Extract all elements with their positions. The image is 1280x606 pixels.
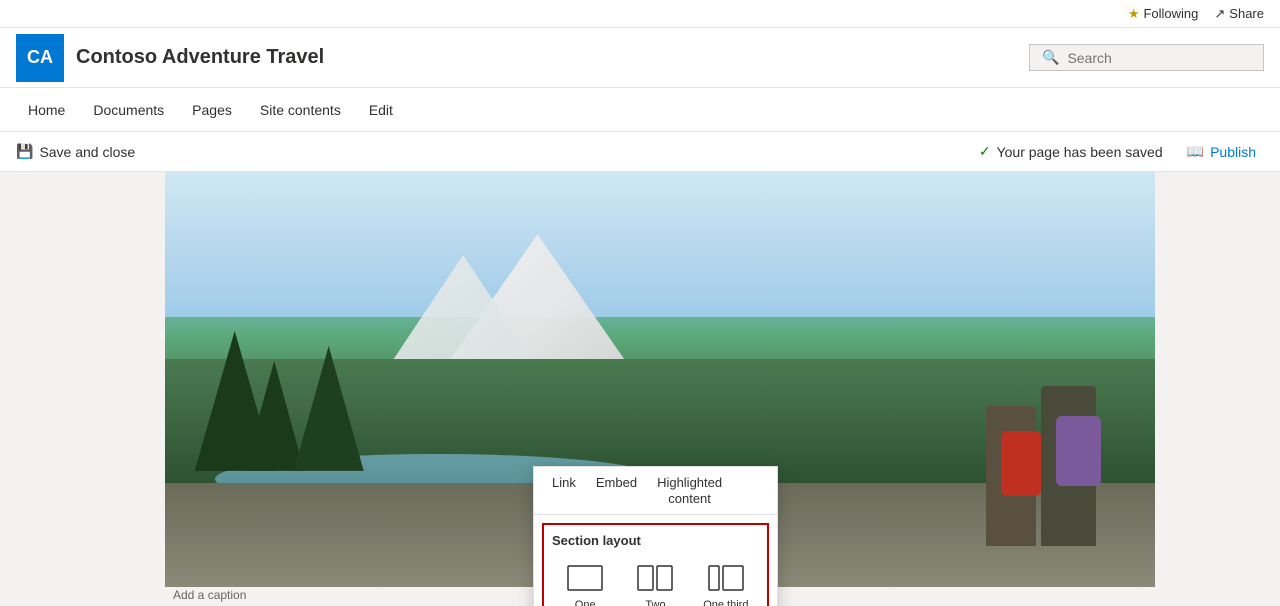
nav-home[interactable]: Home [16,94,77,126]
caption-area[interactable]: Add a caption [165,584,254,606]
publish-button[interactable]: 📖 Publish [1179,139,1264,164]
two-columns-icon [634,562,676,594]
following-button[interactable]: ★ Following [1128,6,1199,22]
layout-two-columns[interactable]: Two columns [622,556,688,606]
star-icon: ★ [1128,6,1140,22]
nav-site-contents[interactable]: Site contents [248,94,353,126]
header: CA Contoso Adventure Travel 🔍 [0,28,1280,88]
layout-one-third-left[interactable]: One third left column [693,556,759,606]
one-column-icon [564,562,606,594]
tab-highlighted-content[interactable]: Highlightedcontent [647,467,732,514]
share-icon: ↗ [1214,6,1225,22]
tab-link[interactable]: Link [542,467,586,514]
logo-box: CA [16,34,64,82]
edit-toolbar: 💾 Save and close ✓ Your page has been sa… [0,132,1280,172]
section-layout: Section layout One column Two columns [542,523,769,606]
save-icon: 💾 [16,143,33,160]
popup-panel: Link Embed Highlightedcontent Section la… [533,466,778,606]
nav-edit[interactable]: Edit [357,94,405,126]
page-saved-status: ✓ Your page has been saved [979,143,1163,160]
site-title: Contoso Adventure Travel [76,46,324,69]
tab-embed[interactable]: Embed [586,467,647,514]
popup-tabs: Link Embed Highlightedcontent [534,467,777,515]
main-content: Add a caption Link Embed Highlightedcont… [0,172,1280,606]
publish-icon: 📖 [1187,143,1204,160]
nav-documents[interactable]: Documents [81,94,176,126]
section-layout-title: Section layout [552,533,759,548]
toolbar-right: ✓ Your page has been saved 📖 Publish [979,139,1264,164]
one-third-left-icon [705,562,747,594]
nav-bar: Home Documents Pages Site contents Edit [0,88,1280,132]
layout-one-column[interactable]: One column [552,556,618,606]
search-icon: 🔍 [1042,49,1059,66]
check-icon: ✓ [979,143,991,160]
save-close-button[interactable]: 💾 Save and close [16,143,135,160]
nav-pages[interactable]: Pages [180,94,244,126]
top-bar: ★ Following ↗ Share [0,0,1280,28]
layout-grid: One column Two columns One t [552,556,759,606]
search-box[interactable]: 🔍 [1029,44,1264,71]
share-button[interactable]: ↗ Share [1214,6,1264,22]
left-sidebar [0,172,165,606]
search-input[interactable] [1067,50,1251,66]
